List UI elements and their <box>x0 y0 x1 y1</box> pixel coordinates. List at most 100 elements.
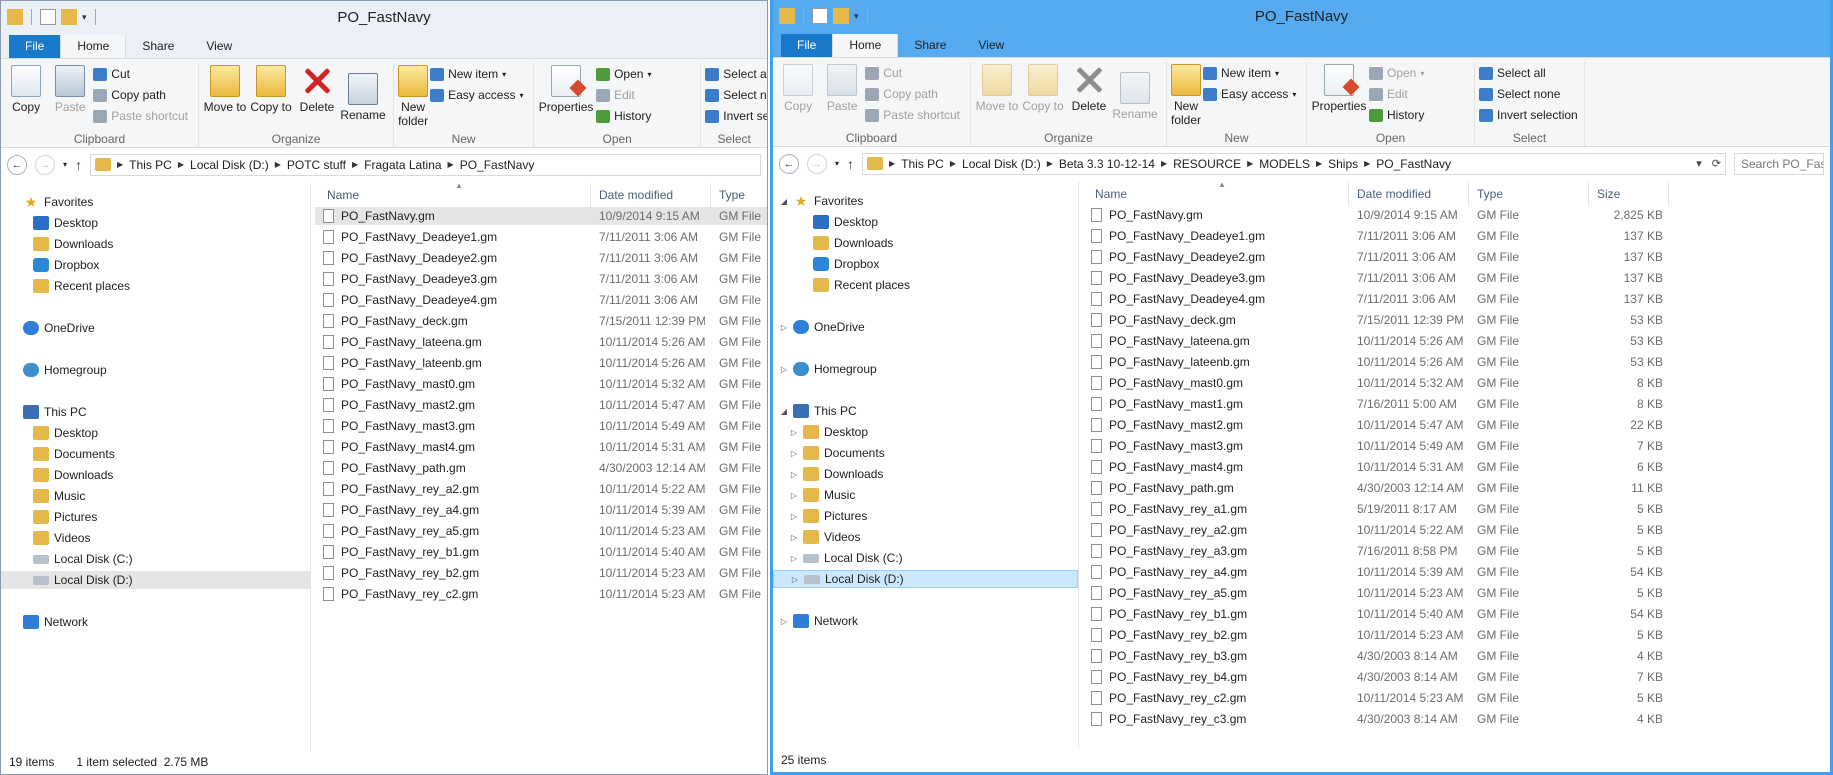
nav-item[interactable]: Local Disk (C:) <box>1 550 310 568</box>
nav-item[interactable]: ▷ Videos <box>773 528 1078 546</box>
file-row[interactable]: PO_FastNavy_Deadeye2.gm 7/11/2011 3:06 AM… <box>1083 248 1669 266</box>
cut-button[interactable]: Cut <box>93 65 188 83</box>
select-all-button[interactable]: Select all <box>1479 64 1578 82</box>
file-row[interactable]: PO_FastNavy_deck.gm 7/15/2011 12:39 PM GM … <box>1083 311 1669 329</box>
file-row[interactable]: PO_FastNavy_mast2.gm 10/11/2014 5:47 AM GM… <box>1083 416 1669 434</box>
breadcrumb-separator-icon[interactable]: ▶ <box>1364 159 1370 168</box>
breadcrumb-item[interactable]: Local Disk (D:) <box>190 158 269 172</box>
file-row[interactable]: PO_FastNavy.gm 10/9/2014 9:15 AM GM File <box>315 207 767 225</box>
file-row[interactable]: PO_FastNavy_mast2.gm 10/11/2014 5:47 AM GM… <box>315 396 767 414</box>
file-row[interactable]: PO_FastNavy_mast0.gm 10/11/2014 5:32 AM GM… <box>315 375 767 393</box>
file-row[interactable]: PO_FastNavy_rey_c2.gm 10/11/2014 5:23 AM G… <box>315 585 767 603</box>
file-row[interactable]: PO_FastNavy_rey_c2.gm 10/11/2014 5:23 AM G… <box>1083 689 1669 707</box>
nav-item[interactable]: ▷ Network <box>773 612 1078 630</box>
nav-item[interactable]: Desktop <box>773 213 1078 231</box>
breadcrumb-item[interactable]: MODELS <box>1259 157 1310 171</box>
expand-arrow-icon[interactable]: ▷ <box>789 512 799 521</box>
up-arrow-icon[interactable]: ↑ <box>847 156 854 172</box>
navigation-pane[interactable]: ◢ ★ Favorites Desktop Downloads Dropbox Recent… <box>773 182 1079 748</box>
open-button[interactable]: Open ▾ <box>596 65 651 83</box>
tab-share[interactable]: Share <box>898 34 962 57</box>
nav-item[interactable]: ◢ This PC <box>773 402 1078 420</box>
file-row[interactable]: PO_FastNavy_rey_a1.gm 5/19/2011 8:17 AM GM… <box>1083 500 1669 518</box>
breadcrumb-item[interactable]: PO_FastNavy <box>1376 157 1451 171</box>
tab-share[interactable]: Share <box>126 35 190 58</box>
nav-item[interactable]: Recent places <box>773 276 1078 294</box>
select-none-button[interactable]: Select none <box>1479 85 1578 103</box>
expand-arrow-icon[interactable]: ▷ <box>789 428 799 437</box>
breadcrumb-item[interactable]: This PC <box>901 157 944 171</box>
nav-item[interactable]: ▷ Desktop <box>773 423 1078 441</box>
nav-item[interactable]: ▷ Downloads <box>773 465 1078 483</box>
invert-selection-button[interactable]: Invert selection <box>705 107 767 125</box>
file-row[interactable]: PO_FastNavy_rey_b4.gm 4/30/2003 8:14 AM GM… <box>1083 668 1669 686</box>
forward-arrow-icon[interactable]: → <box>35 154 55 175</box>
nav-item[interactable]: Network <box>1 613 310 631</box>
nav-item[interactable]: ▷ Documents <box>773 444 1078 462</box>
nav-item[interactable]: Documents <box>1 445 310 463</box>
file-row[interactable]: PO_FastNavy_rey_b1.gm 10/11/2014 5:40 AM G… <box>315 543 767 561</box>
forward-arrow-icon[interactable]: → <box>807 153 827 174</box>
nav-item[interactable]: ▷ Music <box>773 486 1078 504</box>
breadcrumb-item[interactable]: Local Disk (D:) <box>962 157 1041 171</box>
file-row[interactable]: PO_FastNavy_rey_a4.gm 10/11/2014 5:39 AM G… <box>315 501 767 519</box>
breadcrumb-separator-icon[interactable]: ▶ <box>1316 159 1322 168</box>
up-arrow-icon[interactable]: ↑ <box>75 157 82 173</box>
breadcrumb-item[interactable]: Ships <box>1328 157 1358 171</box>
tab-file[interactable]: File <box>9 35 61 58</box>
file-row[interactable]: PO_FastNavy_Deadeye4.gm 7/11/2011 3:06 AM… <box>315 291 767 309</box>
nav-item[interactable]: Downloads <box>1 235 310 253</box>
easy-access-button[interactable]: Easy access ▾ <box>430 86 523 104</box>
file-row[interactable]: PO_FastNavy_lateena.gm 10/11/2014 5:26 AM… <box>315 333 767 351</box>
nav-item[interactable]: ▷ OneDrive <box>773 318 1078 336</box>
file-row[interactable]: PO_FastNavy_rey_b2.gm 10/11/2014 5:23 AM G… <box>315 564 767 582</box>
tab-file[interactable]: File <box>781 34 833 57</box>
recent-locations-chevron-icon[interactable]: ▾ <box>63 160 67 169</box>
breadcrumb-item[interactable]: POTC stuff <box>287 158 346 172</box>
nav-item[interactable]: Homegroup <box>1 361 310 379</box>
file-row[interactable]: PO_FastNavy_rey_b3.gm 4/30/2003 8:14 AM GM… <box>1083 647 1669 665</box>
edit-button[interactable]: Edit <box>1369 85 1424 103</box>
nav-item[interactable]: Pictures <box>1 508 310 526</box>
paste-shortcut-button[interactable]: Paste shortcut <box>93 107 188 125</box>
search-input[interactable]: Search PO_Fast <box>1734 152 1824 175</box>
file-row[interactable]: PO_FastNavy_Deadeye3.gm 7/11/2011 3:06 AM… <box>1083 269 1669 287</box>
column-header-size[interactable]: Size <box>1589 182 1669 206</box>
tab-view[interactable]: View <box>190 35 248 58</box>
breadcrumb-separator-icon[interactable]: ▶ <box>889 159 895 168</box>
nav-item[interactable]: Videos <box>1 529 310 547</box>
file-row[interactable]: PO_FastNavy_Deadeye1.gm 7/11/2011 3:06 AM… <box>1083 227 1669 245</box>
file-list[interactable]: Name Date modified Type ▲ PO_FastNavy.gm 10/9… <box>311 181 767 750</box>
column-header-type[interactable]: Type <box>711 183 767 207</box>
file-row[interactable]: PO_FastNavy_mast3.gm 10/11/2014 5:49 AM GM… <box>1083 437 1669 455</box>
navigation-pane[interactable]: ★ Favorites Desktop Downloads Dropbox Recent … <box>1 183 311 750</box>
file-row[interactable]: PO_FastNavy_rey_a5.gm 10/11/2014 5:23 AM G… <box>1083 584 1669 602</box>
file-row[interactable]: PO_FastNavy_Deadeye2.gm 7/11/2011 3:06 AM… <box>315 249 767 267</box>
breadcrumb-item[interactable]: Fragata Latina <box>364 158 441 172</box>
breadcrumb-separator-icon[interactable]: ▶ <box>448 160 454 169</box>
copy-path-button[interactable]: Copy path <box>865 85 960 103</box>
expand-arrow-icon[interactable]: ▷ <box>789 470 799 479</box>
file-row[interactable]: PO_FastNavy_rey_a5.gm 10/11/2014 5:23 AM G… <box>315 522 767 540</box>
file-row[interactable]: PO_FastNavy_rey_b1.gm 10/11/2014 5:40 AM G… <box>1083 605 1669 623</box>
breadcrumb-separator-icon[interactable]: ▶ <box>117 160 123 169</box>
file-row[interactable]: PO_FastNavy_deck.gm 7/15/2011 12:39 PM GM … <box>315 312 767 330</box>
nav-item[interactable]: OneDrive <box>1 319 310 337</box>
nav-item[interactable]: Downloads <box>1 466 310 484</box>
nav-item[interactable]: ▷ Local Disk (C:) <box>773 549 1078 567</box>
file-row[interactable]: PO_FastNavy_path.gm 4/30/2003 12:14 AM GM … <box>315 459 767 477</box>
breadcrumb-separator-icon[interactable]: ▶ <box>178 160 184 169</box>
file-row[interactable]: PO_FastNavy_rey_a2.gm 10/11/2014 5:22 AM G… <box>1083 521 1669 539</box>
nav-item[interactable]: Local Disk (D:) <box>1 571 310 589</box>
breadcrumb-item[interactable]: RESOURCE <box>1173 157 1241 171</box>
file-row[interactable]: PO_FastNavy_mast4.gm 10/11/2014 5:31 AM GM… <box>315 438 767 456</box>
nav-item[interactable]: Downloads <box>773 234 1078 252</box>
breadcrumb-item[interactable]: PO_FastNavy <box>460 158 535 172</box>
breadcrumb-separator-icon[interactable]: ▶ <box>1247 159 1253 168</box>
expand-arrow-icon[interactable]: ▷ <box>789 491 799 500</box>
nav-item[interactable]: ★ Favorites <box>1 193 310 211</box>
file-row[interactable]: PO_FastNavy_rey_b2.gm 10/11/2014 5:23 AM G… <box>1083 626 1669 644</box>
file-row[interactable]: PO_FastNavy.gm 10/9/2014 9:15 AM GM File 2,… <box>1083 206 1669 224</box>
expand-arrow-icon[interactable]: ▷ <box>779 617 789 626</box>
address-dropdown-icon[interactable]: ▾ <box>1696 157 1702 170</box>
